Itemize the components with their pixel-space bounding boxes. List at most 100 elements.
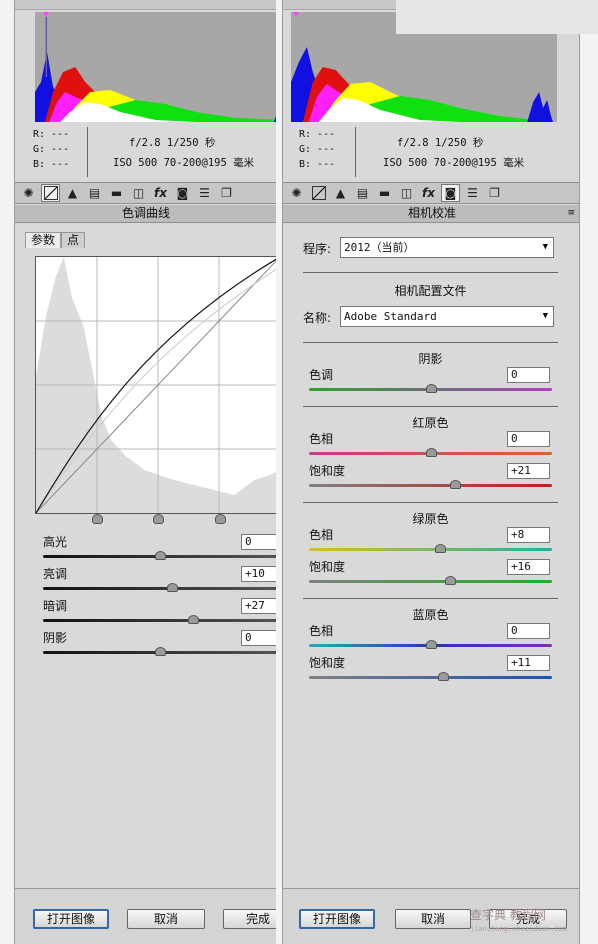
panel-tabs-toolbar: ✺ ▲ ▤ ▬ ◫ fx ◙ ☰ ❐ [283, 182, 579, 204]
darks-value-field[interactable]: +27 [241, 598, 276, 614]
slider-thumb[interactable] [155, 647, 166, 656]
slider-track[interactable] [309, 580, 552, 583]
done-button[interactable]: 完成 [223, 909, 276, 929]
effects-fx-icon[interactable]: fx [151, 184, 170, 202]
snapshots-tab-icon[interactable]: ❐ [217, 184, 236, 202]
divider-handle[interactable] [214, 514, 226, 524]
slider-thumb[interactable] [187, 615, 199, 624]
b-value: B: --- [299, 159, 336, 170]
g-value: G: --- [33, 144, 70, 155]
iso-lens-info: ISO 500 70-200@195 毫米 [113, 157, 255, 169]
slider-label: 色调 [309, 368, 334, 382]
hsl-tab-icon[interactable]: ▤ [353, 184, 372, 202]
red-hue-value-field[interactable]: 0 [507, 431, 550, 447]
process-label: 程序: [303, 242, 332, 256]
slider-thumb[interactable] [425, 384, 437, 393]
effects-fx-icon[interactable]: fx [419, 184, 438, 202]
rgb-values: R: --- G: --- B: --- [299, 127, 335, 172]
panel-tabs-toolbar: ✺ ▲ ▤ ▬ ◫ fx ◙ ☰ ❐ [15, 182, 276, 204]
shadows-value-field[interactable]: 0 [241, 630, 276, 646]
lights-value-field[interactable]: +10 [241, 566, 276, 582]
green-saturation-value-field[interactable]: +16 [507, 559, 550, 575]
detail-tab-icon[interactable]: ▲ [331, 184, 350, 202]
slider-track[interactable] [309, 676, 552, 679]
exposure-info: f/2.8 1/250 秒 [397, 137, 484, 149]
slider-thumb[interactable] [444, 576, 456, 585]
readout-divider [87, 127, 88, 177]
slider-shadows: 阴影 0 [43, 630, 276, 662]
profile-select[interactable]: Adobe Standard ▼ [340, 306, 554, 327]
top-right-overlay [396, 0, 598, 34]
bottom-button-bar: 打开图像 取消 完成 [15, 888, 276, 944]
slider-track[interactable] [309, 484, 552, 487]
slider-thumb[interactable] [425, 448, 437, 457]
presets-tab-icon[interactable]: ☰ [195, 184, 214, 202]
detail-tab-icon[interactable]: ▲ [63, 184, 82, 202]
slider-track[interactable] [43, 587, 276, 590]
slider-label: 色相 [309, 624, 334, 638]
panel-title: 色调曲线 [15, 205, 276, 223]
tone-curve-tab-icon[interactable] [41, 184, 60, 202]
divider [303, 406, 558, 407]
slider-label: 阴影 [43, 631, 68, 645]
g-value: G: --- [299, 144, 336, 155]
tone-curve-graph[interactable] [35, 256, 276, 514]
curve-subtabs: 参数 点 [25, 232, 86, 248]
slider-thumb[interactable] [449, 480, 461, 489]
green-hue-value-field[interactable]: +8 [507, 527, 550, 543]
slider-red-hue: 色相 0 [309, 431, 552, 463]
open-image-button[interactable]: 打开图像 [299, 909, 375, 929]
open-image-button[interactable]: 打开图像 [33, 909, 109, 929]
slider-thumb[interactable] [425, 640, 437, 649]
slider-track[interactable] [309, 548, 552, 551]
slider-thumb[interactable] [435, 544, 447, 553]
shadow-tint-value-field[interactable]: 0 [507, 367, 550, 383]
slider-thumb[interactable] [437, 672, 449, 681]
aperture-icon[interactable]: ✺ [287, 184, 306, 202]
divider-handle[interactable] [153, 514, 164, 524]
tab-point[interactable]: 点 [61, 232, 86, 248]
lens-tab-icon[interactable]: ◫ [129, 184, 148, 202]
slider-blue-saturation: 饱和度 +11 [309, 655, 552, 687]
slider-thumb[interactable] [155, 551, 166, 560]
hsl-tab-icon[interactable]: ▤ [85, 184, 104, 202]
lens-tab-icon[interactable]: ◫ [397, 184, 416, 202]
r-value: R: --- [299, 129, 336, 140]
snapshots-tab-icon[interactable]: ❐ [485, 184, 504, 202]
cancel-button[interactable]: 取消 [127, 909, 205, 929]
split-tone-tab-icon[interactable]: ▬ [107, 184, 126, 202]
profile-select-value: Adobe Standard [344, 310, 437, 323]
group-title-shadows: 阴影 [418, 352, 443, 366]
readout-divider [355, 127, 356, 177]
process-row: 程序: 2012（当前） ▼ [303, 237, 561, 259]
camera-calibration-icon[interactable]: ◙ [173, 184, 192, 202]
aperture-icon[interactable]: ✺ [19, 184, 38, 202]
divider [303, 598, 558, 599]
divider-handle[interactable] [91, 514, 103, 524]
slider-thumb[interactable] [166, 583, 178, 592]
slider-track[interactable] [43, 619, 276, 622]
slider-green-hue: 色相 +8 [309, 527, 552, 559]
highlights-value-field[interactable]: 0 [241, 534, 276, 550]
b-value: B: --- [33, 159, 70, 170]
camera-calibration-icon[interactable]: ◙ [441, 184, 460, 202]
blue-hue-value-field[interactable]: 0 [507, 623, 550, 639]
split-tone-tab-icon[interactable]: ▬ [375, 184, 394, 202]
watermark: 查字典 教程网 jiaocheng.chazidian.com [470, 908, 598, 944]
exposure-info: f/2.8 1/250 秒 [129, 137, 216, 149]
panel-menu-icon[interactable]: ≡ [567, 205, 575, 222]
process-select[interactable]: 2012（当前） ▼ [340, 237, 554, 258]
blue-saturation-value-field[interactable]: +11 [507, 655, 550, 671]
profile-heading: 相机配置文件 [394, 284, 467, 298]
name-label: 名称: [303, 311, 332, 325]
pixel-readout: R: --- G: --- B: --- f/2.8 1/250 秒 ISO 5… [299, 124, 569, 179]
presets-tab-icon[interactable]: ☰ [463, 184, 482, 202]
red-saturation-value-field[interactable]: +21 [507, 463, 550, 479]
tone-curve-tab-icon[interactable] [309, 184, 328, 202]
cancel-button[interactable]: 取消 [395, 909, 471, 929]
pixel-readout: R: --- G: --- B: --- f/2.8 1/250 秒 ISO 5… [33, 124, 273, 179]
slider-darks: 暗调 +27 [43, 598, 276, 630]
slider-lights: 亮调 +10 [43, 566, 276, 598]
tab-parametric[interactable]: 参数 [25, 232, 62, 248]
slider-green-saturation: 饱和度 +16 [309, 559, 552, 591]
